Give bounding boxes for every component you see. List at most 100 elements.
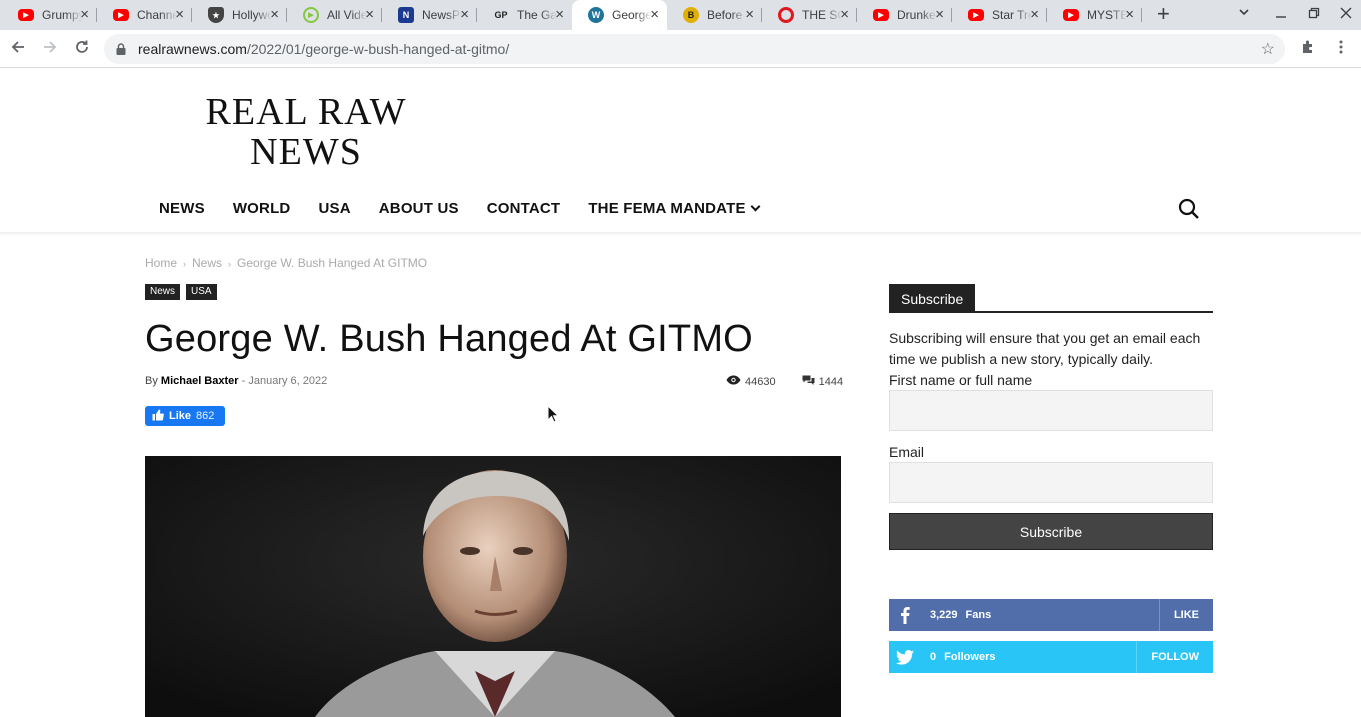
close-tab-icon[interactable]: × [80, 7, 89, 22]
browser-tab[interactable]: B Before It's News× [667, 0, 762, 30]
restore-icon[interactable] [1308, 6, 1320, 22]
breadcrumb-home[interactable]: Home [145, 256, 177, 270]
facebook-like-button[interactable]: Like 862 [145, 406, 225, 426]
youtube-icon: ▶ [873, 9, 889, 21]
close-tab-icon[interactable]: × [1125, 7, 1134, 22]
tab-separator [1141, 8, 1142, 22]
twitter-followers-row[interactable]: 0 Followers FOLLOW [889, 641, 1213, 673]
tab-title: NewsPunch [422, 8, 462, 22]
tab-title: George [612, 8, 652, 22]
address-bar[interactable]: realrawnews.com/2022/01/george-w-bush-ha… [104, 34, 1285, 64]
close-tab-icon[interactable]: × [365, 7, 374, 22]
twitter-followers-label: Followers [944, 651, 996, 663]
nav-item-contact[interactable]: CONTACT [473, 200, 575, 217]
email-input[interactable] [889, 462, 1213, 503]
publish-date: January 6, 2022 [248, 375, 328, 387]
browser-tab-strip: ▶Grumpy×▶Channel×★Hollywood×▶All Videos×… [0, 0, 1361, 30]
breadcrumb-separator-icon: › [183, 259, 187, 269]
bookmark-star-icon[interactable]: ☆ [1261, 39, 1275, 59]
close-tab-icon[interactable]: × [1030, 7, 1039, 22]
new-tab-button[interactable]: + [1157, 3, 1170, 25]
facebook-like-action[interactable]: LIKE [1158, 599, 1213, 631]
close-tab-icon[interactable]: × [745, 7, 754, 22]
browser-tab[interactable]: ▶ Channel× [97, 0, 192, 30]
browser-tab[interactable]: GP The Gateway× [477, 0, 572, 30]
breadcrumb-separator-icon: › [228, 259, 232, 269]
gp-icon: GP [494, 10, 508, 20]
browser-tab[interactable]: ▶ MYSTERY× [1047, 0, 1142, 30]
bin-icon: B [683, 7, 699, 23]
article-meta: By Michael Baxter - January 6, 2022 [145, 375, 327, 387]
facebook-icon [889, 599, 921, 631]
article-title: George W. Bush Hanged At GITMO [145, 318, 753, 360]
browser-tab[interactable]: N NewsPunch× [382, 0, 477, 30]
lock-icon[interactable] [116, 42, 126, 55]
view-count: 44630 [745, 375, 776, 388]
nav-item-fema-label: THE FEMA MANDATE [588, 199, 746, 217]
back-arrow-icon[interactable] [8, 39, 28, 59]
minimize-icon[interactable] [1275, 6, 1287, 22]
category-tag-usa[interactable]: USA [186, 284, 217, 300]
tab-title: The Gateway [517, 8, 557, 22]
close-window-icon[interactable] [1340, 6, 1352, 22]
subscribe-button[interactable]: Subscribe [889, 513, 1213, 550]
facebook-fans-row[interactable]: 3,229 Fans LIKE [889, 599, 1213, 631]
nav-item-usa[interactable]: USA [304, 200, 364, 217]
name-input[interactable] [889, 390, 1213, 431]
tab-title: Channel [137, 8, 177, 22]
subscribe-widget-header: Subscribe [889, 284, 1213, 313]
header-divider [0, 232, 1361, 236]
nav-item-world[interactable]: WORLD [219, 200, 305, 217]
like-label: Like [169, 410, 192, 422]
comments-icon[interactable] [802, 375, 815, 388]
search-icon[interactable] [1177, 197, 1201, 221]
browser-tab[interactable]: THE SCOOP× [762, 0, 857, 30]
browser-tab[interactable]: ▶ Star Trek× [952, 0, 1047, 30]
close-tab-icon[interactable]: × [555, 7, 564, 22]
browser-menu-icon[interactable] [1331, 39, 1351, 59]
close-tab-icon[interactable]: × [270, 7, 279, 22]
url-text[interactable]: realrawnews.com/2022/01/george-w-bush-ha… [138, 41, 509, 57]
nav-item-news[interactable]: NEWS [145, 200, 219, 217]
thumbs-up-icon [152, 409, 164, 424]
browser-tab[interactable]: W George × [572, 0, 667, 30]
tab-title: Grumpy [42, 8, 82, 22]
facebook-fan-count: 3,229 [930, 609, 958, 621]
extensions-puzzle-icon[interactable] [1298, 39, 1318, 59]
category-tag-news[interactable]: News [145, 284, 181, 300]
tab-title: Drunken [897, 8, 937, 22]
twitter-follow-action[interactable]: FOLLOW [1136, 641, 1213, 673]
youtube-icon: ▶ [18, 9, 34, 21]
mouse-cursor-icon [547, 404, 560, 423]
category-tags: News USA [145, 284, 217, 300]
shield-icon: ★ [208, 7, 224, 23]
nav-item-fema-mandate[interactable]: THE FEMA MANDATE [574, 200, 772, 217]
reload-icon[interactable] [72, 39, 92, 59]
youtube-icon: ▶ [113, 9, 129, 21]
name-field-label: First name or full name [889, 372, 1033, 388]
comment-count[interactable]: 1444 [819, 376, 843, 388]
author-link[interactable]: Michael Baxter [161, 375, 239, 387]
nav-item-about-us[interactable]: ABOUT US [365, 200, 473, 217]
browser-toolbar: realrawnews.com/2022/01/george-w-bush-ha… [0, 30, 1361, 68]
site-logo[interactable]: REAL RAW NEWS [160, 92, 452, 172]
twitter-follower-count: 0 [930, 651, 937, 663]
email-field-label: Email [889, 444, 925, 460]
close-tab-icon[interactable]: × [840, 7, 849, 22]
tab-search-icon[interactable] [1238, 5, 1250, 21]
logo-line-2: NEWS [250, 131, 362, 173]
browser-tab[interactable]: ▶ Drunken× [857, 0, 952, 30]
forward-arrow-icon[interactable] [40, 39, 60, 59]
close-tab-icon[interactable]: × [460, 7, 469, 22]
tab-title: Before It's News [707, 8, 747, 22]
wordpress-icon: W [588, 7, 604, 23]
news-icon: N [398, 7, 414, 23]
browser-tab[interactable]: ▶ Grumpy × [2, 0, 97, 30]
subscribe-widget-title: Subscribe [889, 284, 976, 312]
close-tab-icon[interactable]: × [650, 7, 659, 22]
close-tab-icon[interactable]: × [935, 7, 944, 22]
close-tab-icon[interactable]: × [175, 7, 184, 22]
browser-tab[interactable]: ▶ All Videos× [287, 0, 382, 30]
browser-tab[interactable]: ★ Hollywood× [192, 0, 287, 30]
breadcrumb-news[interactable]: News [192, 256, 222, 270]
